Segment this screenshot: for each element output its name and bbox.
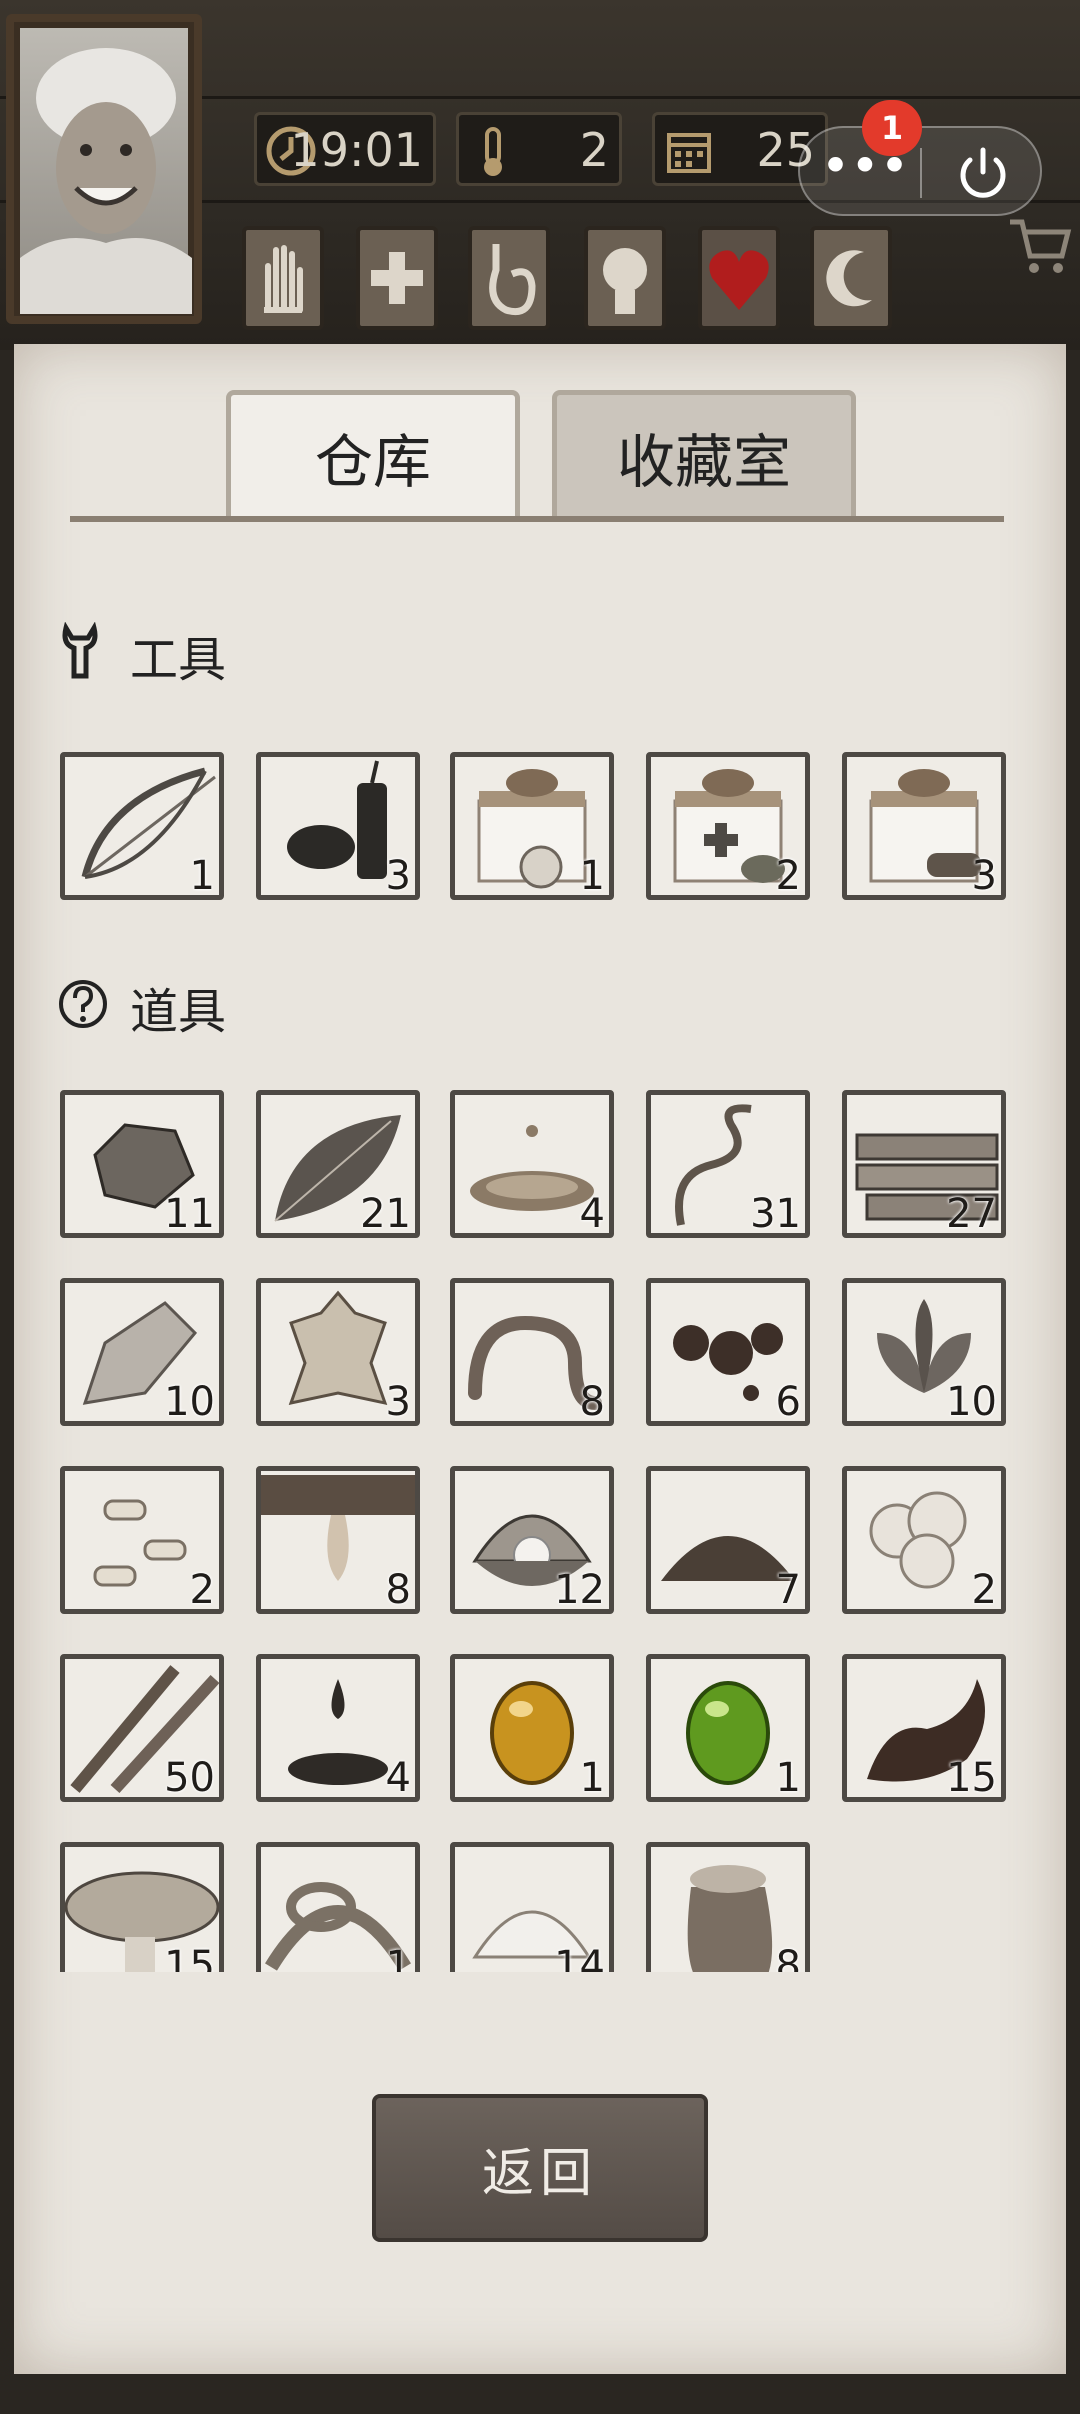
item-slot-vine[interactable]: 31 xyxy=(646,1090,810,1238)
item-slot-mud-splash[interactable]: 15 xyxy=(842,1654,1006,1802)
item-slot-fish[interactable]: 15 xyxy=(60,1842,224,1972)
item-count: 14 xyxy=(554,1943,605,1972)
hand-icon xyxy=(264,245,303,313)
item-slot-soil-pile[interactable]: 7 xyxy=(646,1466,810,1614)
item-count: 4 xyxy=(385,1755,411,1801)
item-count: 8 xyxy=(775,1943,801,1972)
item-slot-bamboo[interactable]: 50 xyxy=(60,1654,224,1802)
item-slot-rope[interactable]: 1 xyxy=(256,1842,420,1972)
tool-slot-medical-box[interactable]: 2 xyxy=(646,752,810,900)
item-slot-grain-sack[interactable]: 8 xyxy=(646,1842,810,1972)
item-slot-resin-branch[interactable]: 8 xyxy=(256,1466,420,1614)
moon-icon xyxy=(826,250,872,307)
character-portrait[interactable] xyxy=(6,14,202,324)
item-count: 6 xyxy=(775,1379,801,1425)
hand-status-button[interactable] xyxy=(242,226,324,330)
props-section-title: 道具 xyxy=(130,984,227,1040)
back-button[interactable]: 返回 xyxy=(372,2094,708,2242)
temperature-value: 2 xyxy=(579,123,609,177)
item-slot-salt-pile[interactable]: 14 xyxy=(450,1842,614,1972)
time-value: 19:01 xyxy=(290,123,423,177)
power-icon xyxy=(960,147,1006,198)
item-slot-leaf[interactable]: 21 xyxy=(256,1090,420,1238)
item-count: 1 xyxy=(385,1943,411,1972)
capsule-menu: ••• xyxy=(798,126,1042,216)
thermometer-icon xyxy=(484,127,502,176)
tool-slot-crossbow[interactable]: 1 xyxy=(60,752,224,900)
heart-icon xyxy=(709,250,769,310)
cart-icon xyxy=(1010,219,1072,273)
close-mini-program-button[interactable] xyxy=(938,142,1028,204)
item-slot-worm[interactable]: 8 xyxy=(450,1278,614,1426)
hunger-status-button[interactable] xyxy=(468,226,550,330)
sleep-status-button[interactable] xyxy=(810,226,892,330)
tools-section-title: 工具 xyxy=(130,632,227,688)
item-count: 1 xyxy=(579,1755,605,1801)
item-count: 3 xyxy=(385,1379,411,1425)
item-count: 1 xyxy=(189,853,215,899)
item-count: 10 xyxy=(164,1379,215,1425)
item-count: 2 xyxy=(971,1567,997,1613)
temperature-display: 2 xyxy=(456,112,622,186)
item-count: 1 xyxy=(579,853,605,899)
item-count: 4 xyxy=(579,1191,605,1237)
mood-status-button[interactable] xyxy=(698,226,780,330)
tab-label: 收藏室 xyxy=(616,427,791,496)
item-count: 15 xyxy=(946,1755,997,1801)
item-count: 2 xyxy=(775,853,801,899)
tab-underline xyxy=(70,516,1004,522)
item-count: 2 xyxy=(189,1567,215,1613)
item-count: 11 xyxy=(164,1191,215,1237)
medical-cross-icon xyxy=(371,252,423,304)
tab-label: 仓库 xyxy=(314,427,431,496)
time-display: 19:01 xyxy=(254,112,436,186)
item-slot-wood-planks[interactable]: 27 xyxy=(842,1090,1006,1238)
item-count: 31 xyxy=(750,1191,801,1237)
avatar xyxy=(20,28,192,314)
item-slot-green-orb[interactable]: 1 xyxy=(646,1654,810,1802)
head-icon xyxy=(603,248,647,314)
tab-warehouse[interactable]: 仓库 xyxy=(226,390,520,518)
item-count: 15 xyxy=(164,1943,215,1972)
item-count: 3 xyxy=(971,853,997,899)
item-count: 8 xyxy=(579,1379,605,1425)
item-slot-oil-drop[interactable]: 4 xyxy=(256,1654,420,1802)
health-status-button[interactable] xyxy=(356,226,438,330)
item-count: 27 xyxy=(946,1191,997,1237)
tab-collection-room[interactable]: 收藏室 xyxy=(552,390,856,518)
back-button-label: 返回 xyxy=(481,2143,598,2204)
item-count: 8 xyxy=(385,1567,411,1613)
props-grid: 11 21 4 31 27 10 3 8 6 10 2 8 12 7 2 50 4 1 1 15 15 1 14 8 xyxy=(40,1090,1040,1972)
tool-slot-wood-box[interactable]: 3 xyxy=(842,752,1006,900)
item-count: 50 xyxy=(164,1755,215,1801)
item-slot-amber-orb[interactable]: 1 xyxy=(450,1654,614,1802)
item-slot-stone[interactable]: 11 xyxy=(60,1090,224,1238)
item-slot-cotton[interactable]: 2 xyxy=(842,1466,1006,1614)
item-slot-herb-leaves[interactable]: 10 xyxy=(842,1278,1006,1426)
item-slot-animal-hide[interactable]: 3 xyxy=(256,1278,420,1426)
item-count: 7 xyxy=(775,1567,801,1613)
item-slot-tar-drops[interactable]: 6 xyxy=(646,1278,810,1426)
shop-cart-button[interactable] xyxy=(1004,210,1074,280)
capsule-divider xyxy=(920,148,922,198)
tool-slot-firecracker[interactable]: 3 xyxy=(256,752,420,900)
question-circle-icon xyxy=(59,980,107,1028)
item-slot-bone-fragments[interactable]: 2 xyxy=(60,1466,224,1614)
item-slot-flint[interactable]: 10 xyxy=(60,1278,224,1426)
item-count: 10 xyxy=(946,1379,997,1425)
wrench-icon xyxy=(62,622,98,679)
notification-badge: 1 xyxy=(862,100,922,156)
item-slot-water-puddle[interactable]: 4 xyxy=(450,1090,614,1238)
stomach-icon xyxy=(489,244,536,315)
item-count: 21 xyxy=(360,1191,411,1237)
mental-status-button[interactable] xyxy=(584,226,666,330)
item-slot-pearl-shell[interactable]: 12 xyxy=(450,1466,614,1614)
item-count: 1 xyxy=(775,1755,801,1801)
tool-slot-food-box[interactable]: 1 xyxy=(450,752,614,900)
item-count: 12 xyxy=(554,1567,605,1613)
item-count: 3 xyxy=(385,853,411,899)
calendar-icon xyxy=(667,133,711,173)
